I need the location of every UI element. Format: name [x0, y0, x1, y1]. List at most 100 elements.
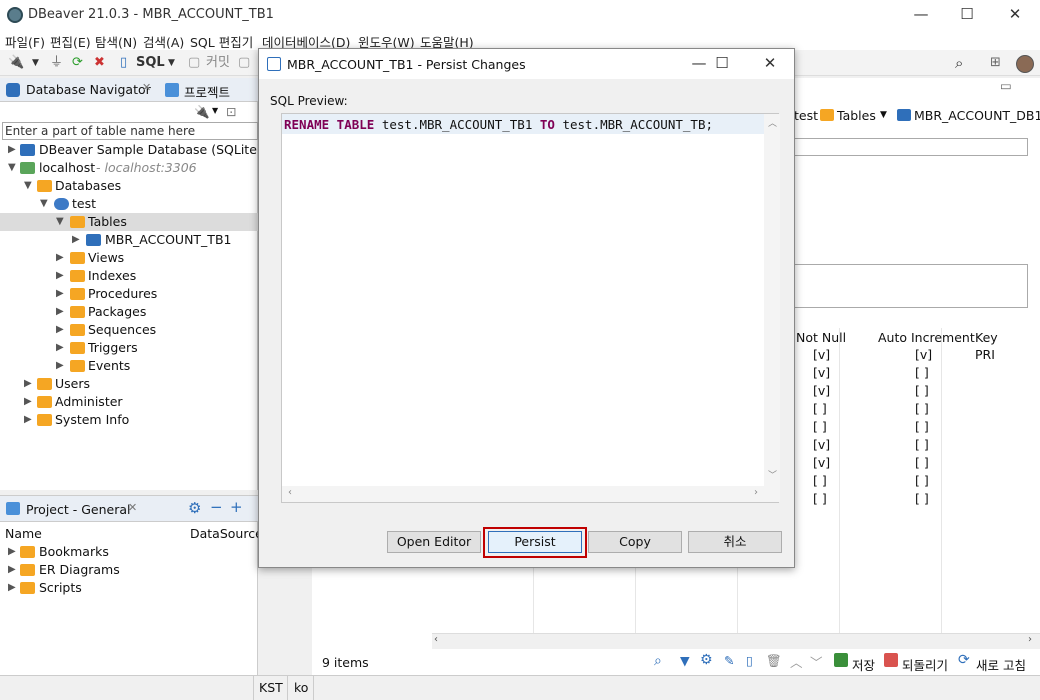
auto-increment-cell[interactable]: [ ]	[915, 365, 929, 380]
scroll-right-icon[interactable]: ›	[1028, 634, 1032, 645]
edit-icon[interactable]: ✎	[724, 653, 734, 668]
gear-icon[interactable]: ⚙	[188, 499, 201, 517]
commit-button[interactable]: 커밋	[206, 53, 230, 73]
tree-item-databases[interactable]: ▼ Databases	[0, 177, 258, 195]
not-null-cell[interactable]: [ ]	[813, 419, 827, 434]
auto-increment-cell[interactable]: [ ]	[915, 401, 929, 416]
chevron-right-icon[interactable]: ▶	[56, 267, 66, 285]
scroll-up-icon[interactable]: ︿	[768, 116, 777, 129]
gear-icon[interactable]: ⚙	[700, 652, 713, 668]
tree-item-scripts[interactable]: ▶ Scripts	[0, 579, 258, 597]
search-icon[interactable]: ⌕	[955, 53, 963, 73]
chevron-right-icon[interactable]: ▶	[56, 321, 66, 339]
close-icon[interactable]: ✕	[128, 501, 137, 514]
add-column-icon[interactable]: ▯	[746, 653, 753, 668]
cancel-button[interactable]: 취소	[688, 531, 782, 553]
vertical-scrollbar[interactable]: ︿ ﹀	[764, 114, 780, 486]
menu-sql-editor[interactable]: SQL 편집기	[190, 32, 253, 51]
close-button[interactable]: ✕	[747, 49, 793, 79]
tree-item-sequences[interactable]: ▶ Sequences	[0, 321, 258, 339]
auto-increment-cell[interactable]: [ ]	[915, 419, 929, 434]
auto-increment-cell[interactable]: [ ]	[915, 491, 929, 506]
perspective-icon[interactable]: ⊞	[990, 53, 1001, 73]
save-button[interactable]: 저장	[852, 655, 875, 674]
table-description-field[interactable]	[794, 264, 1028, 308]
open-editor-button[interactable]: Open Editor	[387, 531, 481, 553]
tree-item-indexes[interactable]: ▶ Indexes	[0, 267, 258, 285]
tree-item-users[interactable]: ▶ Users	[0, 375, 258, 393]
tree-item-views[interactable]: ▶ Views	[0, 249, 258, 267]
persist-button[interactable]: Persist	[488, 531, 582, 553]
tree-item-triggers[interactable]: ▶ Triggers	[0, 339, 258, 357]
chevron-right-icon[interactable]: ▶	[8, 141, 18, 159]
add-icon[interactable]: +	[230, 498, 243, 516]
chevron-down-icon[interactable]: ▼	[212, 106, 218, 115]
commit-icon[interactable]: ▢	[188, 53, 200, 73]
chevron-right-icon[interactable]: ▶	[8, 579, 18, 597]
chevron-down-icon[interactable]: ▼	[880, 110, 887, 120]
menu-navigate[interactable]: 탐색(N)	[95, 32, 137, 51]
tree-item-procedures[interactable]: ▶ Procedures	[0, 285, 258, 303]
move-down-icon[interactable]: ﹀	[810, 652, 823, 671]
chevron-down-icon[interactable]: ▼	[56, 213, 66, 231]
revert-button[interactable]: 되돌리기	[902, 655, 948, 674]
chevron-right-icon[interactable]: ▶	[56, 339, 66, 357]
column-header-auto-increment[interactable]: Auto Increment	[878, 330, 975, 345]
new-connection-icon[interactable]: 🔌	[8, 53, 24, 73]
maximize-button[interactable]: ☐	[944, 0, 990, 30]
minimize-button[interactable]: —	[898, 0, 944, 30]
auto-increment-cell[interactable]: [v]	[915, 347, 932, 362]
close-icon[interactable]: ✕	[142, 81, 151, 94]
tree-item-test[interactable]: ▼ test	[0, 195, 258, 213]
scroll-left-icon[interactable]: ‹	[288, 487, 292, 498]
tab-project-general[interactable]: Project - General	[26, 502, 131, 517]
tree-item-localhost[interactable]: ▼ localhost - localhost:3306	[0, 159, 258, 177]
horizontal-scrollbar[interactable]: ‹ ›	[282, 486, 780, 502]
tree-item-mbr-account-tb1[interactable]: ▶ MBR_ACCOUNT_TB1	[0, 231, 258, 249]
tree-item-events[interactable]: ▶ Events	[0, 357, 258, 375]
chevron-down-icon[interactable]: ▼	[40, 195, 50, 213]
chevron-right-icon[interactable]: ▶	[24, 393, 34, 411]
column-header-datasource[interactable]: DataSource	[190, 526, 263, 541]
breadcrumb-test[interactable]: test	[794, 108, 818, 123]
sql-button[interactable]: SQL	[136, 53, 165, 73]
tree-item-sample-db[interactable]: ▶ DBeaver Sample Database (SQLite)	[0, 141, 262, 159]
tree-item-packages[interactable]: ▶ Packages	[0, 303, 258, 321]
not-null-cell[interactable]: [v]	[813, 437, 830, 452]
minimize-panel-icon[interactable]: ▭	[1000, 78, 1012, 93]
scroll-left-icon[interactable]: ‹	[434, 634, 438, 645]
tab-database-navigator[interactable]: Database Navigator	[26, 82, 151, 97]
collapse-icon[interactable]: −	[210, 498, 223, 516]
disconnect-icon[interactable]: ✖	[94, 53, 105, 73]
chevron-down-icon[interactable]: ▼	[32, 53, 39, 73]
copy-button[interactable]: Copy	[588, 531, 682, 553]
chevron-right-icon[interactable]: ▶	[24, 411, 34, 429]
tree-item-bookmarks[interactable]: ▶ Bookmarks	[0, 543, 258, 561]
tab-projects[interactable]: 프로젝트	[184, 82, 230, 101]
close-button[interactable]: ✕	[992, 0, 1038, 30]
chevron-right-icon[interactable]: ▶	[8, 543, 18, 561]
auto-increment-cell[interactable]: [ ]	[915, 473, 929, 488]
not-null-cell[interactable]: [ ]	[813, 401, 827, 416]
auto-increment-cell[interactable]: [ ]	[915, 383, 929, 398]
move-up-icon[interactable]: ︿	[790, 652, 803, 671]
breadcrumb-tables[interactable]: Tables	[837, 108, 876, 123]
new-connection-icon[interactable]: 🔌	[194, 104, 210, 120]
auto-increment-cell[interactable]: [ ]	[915, 455, 929, 470]
menu-file[interactable]: 파일(F)	[5, 32, 45, 51]
column-header-name[interactable]: Name	[5, 526, 42, 541]
chevron-right-icon[interactable]: ▶	[56, 249, 66, 267]
sql-editor-icon[interactable]: ▯	[120, 53, 127, 73]
chevron-down-icon[interactable]: ▼	[168, 53, 175, 73]
menu-edit[interactable]: 편집(E)	[50, 32, 91, 51]
refresh-button[interactable]: 새로 고침	[976, 655, 1026, 674]
not-null-cell[interactable]: [v]	[813, 455, 830, 470]
delete-icon[interactable]: 🗑	[766, 653, 782, 669]
chevron-down-icon[interactable]: ▼	[24, 177, 34, 195]
chevron-right-icon[interactable]: ▶	[56, 357, 66, 375]
breadcrumb-table[interactable]: MBR_ACCOUNT_DB1	[914, 108, 1040, 123]
table-name-field[interactable]	[794, 138, 1028, 156]
tree-item-administer[interactable]: ▶ Administer	[0, 393, 258, 411]
menu-search[interactable]: 검색(A)	[143, 32, 184, 51]
chevron-right-icon[interactable]: ▶	[8, 561, 18, 579]
